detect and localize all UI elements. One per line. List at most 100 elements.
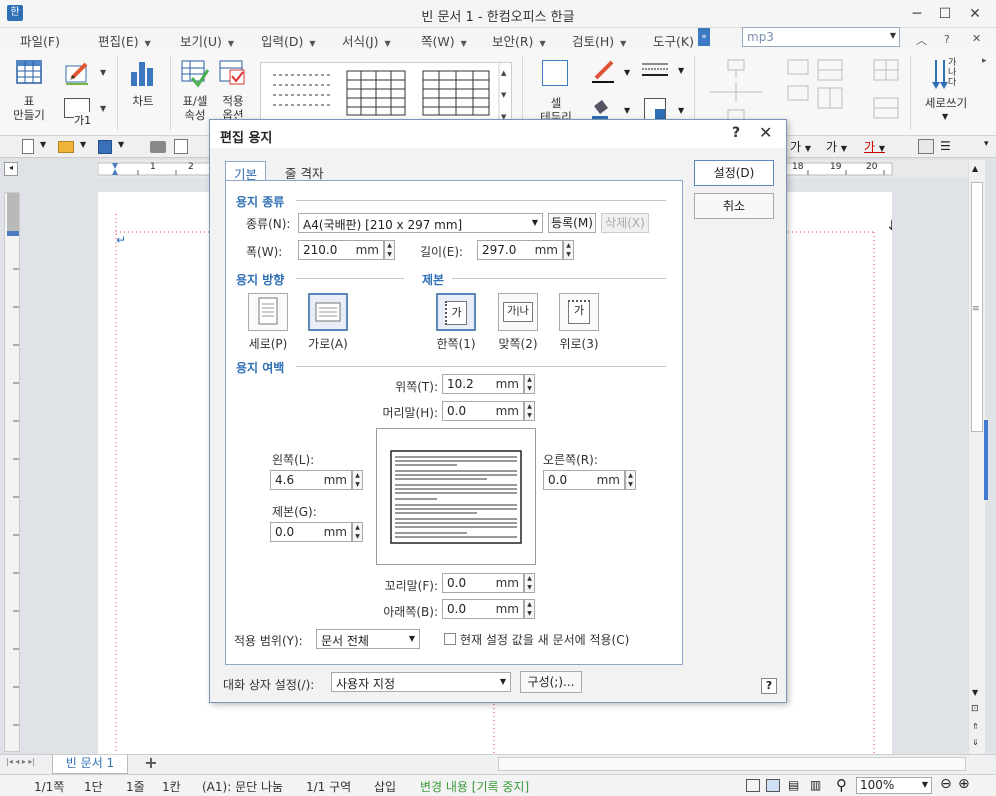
menu-security[interactable]: 보안(R) ▼ (492, 31, 546, 50)
cell-border-icon[interactable] (542, 60, 568, 86)
table-icon[interactable] (14, 58, 44, 88)
apply-new-doc-checkbox[interactable] (444, 633, 456, 645)
align-justify-icon[interactable] (918, 139, 934, 154)
add-tab-button[interactable]: + (134, 754, 168, 773)
ok-button[interactable]: 설정(D) (694, 160, 774, 186)
menu-format[interactable]: 서식(J) ▼ (342, 31, 391, 50)
font-char-1[interactable]: 가 ▼ (790, 138, 811, 155)
tab-basic[interactable]: 기본 (225, 161, 267, 182)
vertical-ruler[interactable] (4, 192, 20, 752)
menu-page[interactable]: 쪽(W) ▼ (421, 31, 467, 50)
bottom-help-icon[interactable]: ? (761, 678, 777, 694)
binding-single-option[interactable]: 가 (436, 293, 476, 331)
shape-dropdown-icon[interactable]: ▼ (100, 104, 106, 113)
status-style[interactable]: (A1): 문단 나눔 (202, 778, 283, 795)
chart-button[interactable]: 차트 (126, 94, 160, 108)
pencil-icon[interactable] (64, 60, 94, 86)
scroll-down-icon[interactable]: ▼ (972, 688, 978, 697)
height-spinner[interactable]: ▲ ▼ (563, 240, 574, 260)
configure-button[interactable]: 구성(;)... (520, 671, 582, 693)
ribbon-collapse-icon[interactable]: ︿ (916, 32, 927, 48)
save-icon[interactable] (98, 140, 112, 154)
status-page[interactable]: 1/1쪽 (34, 778, 64, 795)
width-input[interactable]: 210.0 mm (298, 240, 384, 260)
paint-dropdown-icon[interactable]: ▼ (624, 106, 630, 115)
right-margin-spinner[interactable]: ▲ ▼ (625, 470, 636, 490)
header-margin-spinner[interactable]: ▲ ▼ (524, 401, 535, 421)
apply-new-doc-label[interactable]: 현재 설정 값을 새 문서에 적용(C) (460, 631, 629, 648)
dialog-help-icon[interactable]: ? (732, 125, 740, 141)
maximize-icon[interactable]: ☐ (930, 4, 960, 24)
menu-insert[interactable]: 입력(D) ▼ (261, 31, 316, 50)
vertical-writing-button[interactable]: 세로쓰기 (920, 96, 972, 110)
chart-icon[interactable] (128, 58, 158, 88)
delete-button[interactable]: 삭제(X) (601, 213, 649, 233)
dialog-title-bar[interactable]: 편집 용지 ? ✕ (210, 120, 786, 148)
menu-review[interactable]: 검토(H) ▼ (572, 31, 626, 50)
view-web-icon[interactable]: ▥ (810, 778, 821, 792)
paper-kind-select[interactable]: A4(국배판) [210 x 297 mm] ▼ (298, 213, 543, 233)
ruler-toggle-icon[interactable]: ◂ (4, 162, 18, 176)
page-down-icon[interactable]: ⇓ (972, 738, 979, 747)
right-margin-input[interactable]: 0.0 mm (543, 470, 625, 490)
line-style-dropdown-icon[interactable]: ▼ (678, 66, 684, 75)
left-margin-input[interactable]: 4.6 mm (270, 470, 352, 490)
toolbar-more-icon[interactable]: ▾ (984, 139, 989, 149)
font-char-2[interactable]: 가 ▼ (826, 138, 847, 155)
print-icon[interactable] (150, 141, 166, 153)
help-icon[interactable]: ? (944, 33, 950, 46)
view-outline-icon[interactable]: ▤ (788, 778, 799, 792)
top-margin-spinner[interactable]: ▲ ▼ (524, 374, 535, 394)
zoom-out-icon[interactable]: ⊖ (940, 776, 952, 792)
apply-options-button[interactable]: 적용 옵션 (214, 94, 252, 122)
view-page-icon[interactable] (766, 779, 780, 792)
dialog-close-icon[interactable]: ✕ (759, 123, 772, 142)
top-margin-input[interactable]: 10.2 mm (442, 374, 524, 394)
footer-margin-input[interactable]: 0.0 mm (442, 573, 524, 593)
table-cell-props-button[interactable]: 표/셀 속성 (176, 94, 214, 122)
tab-line-grid[interactable]: 줄 격자 (277, 161, 331, 181)
landscape-option[interactable] (308, 293, 348, 331)
left-margin-spinner[interactable]: ▲ ▼ (352, 470, 363, 490)
open-folder-icon[interactable] (58, 141, 74, 153)
binding-top-option[interactable]: 가 (559, 293, 599, 331)
zoom-icon[interactable]: ⚲ (836, 776, 847, 794)
binding-margin-input[interactable]: 0.0 mm (270, 522, 352, 542)
portrait-option[interactable] (248, 293, 288, 331)
view-normal-icon[interactable] (746, 779, 760, 792)
font-color-icon[interactable]: 가 ▼ (864, 138, 885, 155)
horizontal-scrollbar[interactable] (498, 757, 966, 771)
menu-view[interactable]: 보기(U) ▼ (180, 31, 234, 50)
align-left-icon[interactable]: ☰ (940, 139, 951, 153)
register-button[interactable]: 등록(M) (548, 213, 596, 233)
doc-tab[interactable]: 빈 문서 1 (52, 755, 128, 774)
open-dropdown-icon[interactable]: ▼ (80, 140, 86, 149)
cell-fill-icon[interactable] (644, 98, 666, 120)
bottom-margin-input[interactable]: 0.0 mm (442, 599, 524, 619)
new-dropdown-icon[interactable]: ▼ (40, 140, 46, 149)
close-icon[interactable]: ✕ (960, 4, 990, 24)
zoom-select[interactable]: 100% ▼ (856, 777, 932, 794)
save-dropdown-icon[interactable]: ▼ (118, 140, 124, 149)
footer-margin-spinner[interactable]: ▲ ▼ (524, 573, 535, 593)
status-mode[interactable]: 삽입 (374, 778, 396, 795)
status-track-changes[interactable]: 변경 내용 [기록 중지] (420, 778, 529, 795)
vertical-dropdown-icon[interactable]: ▼ (942, 112, 948, 121)
pencil-dropdown-icon[interactable]: ▼ (100, 68, 106, 77)
dialog-settings-select[interactable]: 사용자 지정 ▼ (331, 672, 511, 692)
minimize-icon[interactable]: ─ (902, 4, 932, 24)
zoom-in-icon[interactable]: ⊕ (958, 776, 970, 792)
bottom-margin-spinner[interactable]: ▲ ▼ (524, 599, 535, 619)
fill-dropdown-icon[interactable]: ▼ (678, 106, 684, 115)
menu-tools[interactable]: 도구(K) (653, 31, 694, 50)
scroll-up-icon[interactable]: ▲ (972, 164, 978, 173)
vertical-scrollbar[interactable]: ▲ ≡ ▼ ⊡ ⇑ ⇓ (968, 160, 988, 754)
page-up-icon[interactable]: ⇑ (972, 722, 979, 731)
apply-options-icon[interactable] (218, 58, 248, 88)
apply-scope-select[interactable]: 문서 전체 ▼ (316, 629, 420, 649)
header-margin-input[interactable]: 0.0 mm (442, 401, 524, 421)
side-panel-handle[interactable] (984, 420, 988, 500)
cancel-button[interactable]: 취소 (694, 193, 774, 219)
menu-file[interactable]: 파일(F) (20, 31, 60, 50)
menu-edit[interactable]: 편집(E) ▼ (98, 31, 151, 50)
